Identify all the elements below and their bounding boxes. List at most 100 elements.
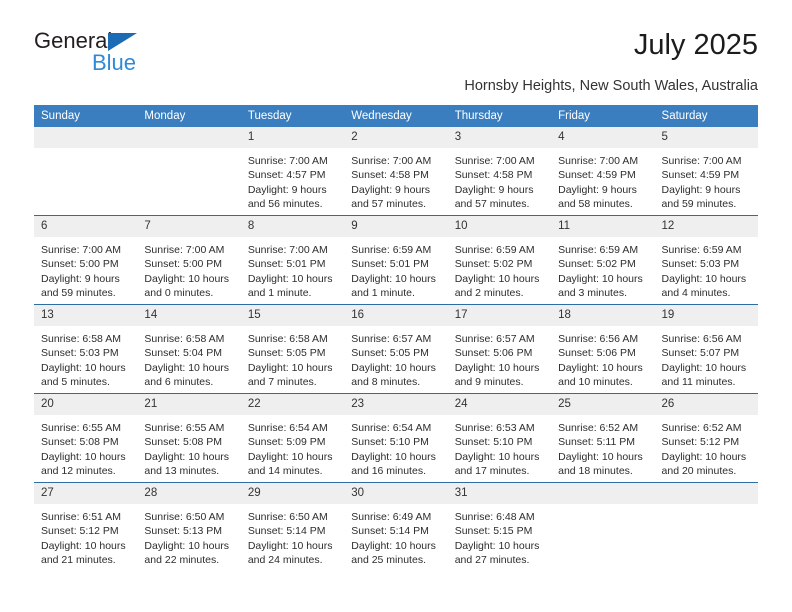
sunrise-text: Sunrise: 7:00 AM: [454, 155, 535, 167]
calendar-day-cell[interactable]: 17 Sunrise: 6:57 AM Sunset: 5:06 PM Dayligh…: [447, 304, 552, 394]
sunset-text: Sunset: 4:59 PM: [661, 169, 740, 182]
sunrise-text: Sunrise: 6:57 AM: [454, 333, 535, 345]
sunset-text: Sunset: 5:06 PM: [454, 347, 533, 360]
day-number: 18: [551, 305, 655, 326]
sunrise-text: Sunrise: 7:00 AM: [247, 244, 328, 256]
day-details: Sunrise: 6:57 AM Sunset: 5:05 PM Daylight:…: [344, 326, 447, 389]
calendar-day-cell[interactable]: 28 Sunrise: 6:50 AM Sunset: 5:13 PM Dayligh…: [137, 482, 241, 571]
day-number: 7: [137, 216, 241, 237]
sunrise-text: Sunrise: 6:59 AM: [351, 244, 432, 256]
weekday-header-monday: Monday: [137, 105, 241, 127]
daylight-text-line2: and 18 minutes.: [558, 464, 633, 477]
sunrise-text: Sunrise: 6:57 AM: [351, 333, 432, 345]
day-number: 31: [447, 483, 552, 504]
calendar-day-cell[interactable]: 6 Sunrise: 7:00 AM Sunset: 5:00 PM Daylight…: [34, 215, 138, 305]
calendar-day-cell[interactable]: 24 Sunrise: 6:53 AM Sunset: 5:10 PM Dayligh…: [447, 393, 552, 483]
daylight-text-line1: Daylight: 9 hours: [247, 183, 327, 196]
sunset-text: Sunset: 5:14 PM: [351, 525, 429, 538]
day-number: 5: [654, 127, 758, 148]
day-number: 28: [137, 483, 241, 504]
calendar-day-cell[interactable]: 3 Sunrise: 7:00 AM Sunset: 4:58 PM Daylight…: [447, 127, 552, 216]
calendar-day-cell[interactable]: 15 Sunrise: 6:58 AM Sunset: 5:05 PM Dayligh…: [240, 304, 345, 394]
calendar-day-cell[interactable]: 30 Sunrise: 6:49 AM Sunset: 5:14 PM Dayligh…: [344, 482, 448, 571]
calendar-day-cell[interactable]: 23 Sunrise: 6:54 AM Sunset: 5:10 PM Dayligh…: [344, 393, 448, 483]
weekday-header-thursday: Thursday: [447, 105, 552, 127]
day-number: 19: [654, 305, 758, 326]
day-details: Sunrise: 6:54 AM Sunset: 5:10 PM Daylight:…: [344, 415, 447, 478]
daylight-text-line1: Daylight: 10 hours: [558, 361, 643, 374]
day-details: Sunrise: 6:59 AM Sunset: 5:02 PM Daylight:…: [551, 237, 654, 300]
calendar-week-row: 1 Sunrise: 7:00 AM Sunset: 4:57 PM Daylight…: [34, 127, 758, 216]
calendar-day-cell[interactable]: 11 Sunrise: 6:59 AM Sunset: 5:02 PM Dayligh…: [551, 215, 655, 305]
day-details: Sunrise: 6:58 AM Sunset: 5:05 PM Daylight:…: [241, 326, 344, 389]
day-details: Sunrise: 6:56 AM Sunset: 5:07 PM Daylight:…: [655, 326, 758, 389]
calendar-day-cell[interactable]: 18 Sunrise: 6:56 AM Sunset: 5:06 PM Dayligh…: [551, 304, 655, 394]
daylight-text-line1: Daylight: 10 hours: [454, 272, 540, 285]
daylight-text-line1: Daylight: 10 hours: [247, 272, 333, 285]
daylight-text-line2: and 13 minutes.: [144, 464, 220, 477]
daylight-text-line1: Daylight: 10 hours: [41, 450, 126, 463]
day-details: Sunrise: 6:51 AM Sunset: 5:12 PM Daylight:…: [34, 504, 137, 567]
calendar-day-cell[interactable]: 20 Sunrise: 6:55 AM Sunset: 5:08 PM Dayligh…: [34, 393, 138, 483]
daylight-text-line1: Daylight: 10 hours: [144, 539, 230, 552]
calendar-day-cell[interactable]: 26 Sunrise: 6:52 AM Sunset: 5:12 PM Dayligh…: [654, 393, 758, 483]
daylight-text-line1: Daylight: 10 hours: [351, 539, 436, 552]
sunset-text: Sunset: 5:10 PM: [351, 436, 429, 449]
calendar-day-cell[interactable]: 1 Sunrise: 7:00 AM Sunset: 4:57 PM Daylight…: [240, 127, 345, 216]
sunset-text: Sunset: 5:12 PM: [41, 525, 119, 538]
calendar-day-cell[interactable]: 9 Sunrise: 6:59 AM Sunset: 5:01 PM Daylight…: [344, 215, 448, 305]
daylight-text-line1: Daylight: 10 hours: [454, 361, 540, 374]
daylight-text-line1: Daylight: 9 hours: [41, 272, 120, 285]
sunset-text: Sunset: 5:04 PM: [144, 347, 223, 360]
weekday-header-saturday: Saturday: [654, 105, 758, 127]
sunrise-text: Sunrise: 6:50 AM: [144, 511, 225, 523]
calendar-day-cell[interactable]: 13 Sunrise: 6:58 AM Sunset: 5:03 PM Dayligh…: [34, 304, 138, 394]
calendar-day-cell[interactable]: 2 Sunrise: 7:00 AM Sunset: 4:58 PM Daylight…: [344, 127, 448, 216]
sunrise-text: Sunrise: 6:56 AM: [558, 333, 639, 345]
sunrise-text: Sunrise: 7:00 AM: [247, 155, 328, 167]
calendar-day-cell[interactable]: 4 Sunrise: 7:00 AM Sunset: 4:59 PM Daylight…: [551, 127, 655, 216]
day-details: Sunrise: 6:52 AM Sunset: 5:11 PM Daylight:…: [551, 415, 654, 478]
calendar-day-cell-empty: [34, 127, 138, 216]
sunrise-text: Sunrise: 6:52 AM: [661, 422, 742, 434]
calendar-day-cell[interactable]: 29 Sunrise: 6:50 AM Sunset: 5:14 PM Dayligh…: [240, 482, 345, 571]
calendar-day-cell[interactable]: 7 Sunrise: 7:00 AM Sunset: 5:00 PM Daylight…: [137, 215, 241, 305]
calendar-day-cell[interactable]: 19 Sunrise: 6:56 AM Sunset: 5:07 PM Dayligh…: [654, 304, 758, 394]
daylight-text-line2: and 57 minutes.: [454, 197, 530, 210]
sunrise-text: Sunrise: 6:59 AM: [558, 244, 639, 256]
calendar-day-cell[interactable]: 14 Sunrise: 6:58 AM Sunset: 5:04 PM Dayligh…: [137, 304, 241, 394]
calendar-day-cell[interactable]: 10 Sunrise: 6:59 AM Sunset: 5:02 PM Dayligh…: [447, 215, 552, 305]
sunset-text: Sunset: 4:59 PM: [558, 169, 636, 182]
calendar-day-cell[interactable]: 25 Sunrise: 6:52 AM Sunset: 5:11 PM Dayligh…: [551, 393, 655, 483]
day-number: 23: [344, 394, 448, 415]
day-number: 27: [34, 483, 138, 504]
calendar-day-cell[interactable]: 8 Sunrise: 7:00 AM Sunset: 5:01 PM Daylight…: [240, 215, 345, 305]
calendar-day-cell[interactable]: 12 Sunrise: 6:59 AM Sunset: 5:03 PM Dayligh…: [654, 215, 758, 305]
calendar-day-cell[interactable]: 16 Sunrise: 6:57 AM Sunset: 5:05 PM Dayligh…: [344, 304, 448, 394]
sunrise-text: Sunrise: 6:54 AM: [351, 422, 432, 434]
daylight-text-line2: and 1 minute.: [351, 286, 415, 299]
day-details: Sunrise: 6:49 AM Sunset: 5:14 PM Daylight:…: [344, 504, 447, 567]
sunset-text: Sunset: 5:13 PM: [144, 525, 223, 538]
calendar-day-cell[interactable]: 31 Sunrise: 6:48 AM Sunset: 5:15 PM Dayligh…: [447, 482, 552, 571]
weekday-header-sunday: Sunday: [34, 105, 138, 127]
day-number: 26: [654, 394, 758, 415]
day-details: Sunrise: 6:54 AM Sunset: 5:09 PM Daylight:…: [241, 415, 344, 478]
day-details: Sunrise: 6:59 AM Sunset: 5:03 PM Daylight:…: [655, 237, 758, 300]
calendar-day-cell[interactable]: 5 Sunrise: 7:00 AM Sunset: 4:59 PM Daylight…: [654, 127, 758, 216]
calendar-day-cell-empty: [551, 482, 655, 571]
sunset-text: Sunset: 5:07 PM: [661, 347, 740, 360]
day-number: [654, 483, 758, 504]
sunset-text: Sunset: 5:00 PM: [144, 258, 223, 271]
calendar-day-cell[interactable]: 27 Sunrise: 6:51 AM Sunset: 5:12 PM Dayligh…: [34, 482, 138, 571]
day-details: Sunrise: 6:59 AM Sunset: 5:01 PM Daylight:…: [344, 237, 447, 300]
daylight-text-line2: and 9 minutes.: [454, 375, 524, 388]
day-details: Sunrise: 7:00 AM Sunset: 5:00 PM Daylight:…: [34, 237, 137, 300]
calendar-day-cell[interactable]: 21 Sunrise: 6:55 AM Sunset: 5:08 PM Dayligh…: [137, 393, 241, 483]
daylight-text-line2: and 2 minutes.: [454, 286, 524, 299]
calendar-day-cell[interactable]: 22 Sunrise: 6:54 AM Sunset: 5:09 PM Dayligh…: [240, 393, 345, 483]
sunset-text: Sunset: 5:15 PM: [454, 525, 533, 538]
day-number: 13: [34, 305, 138, 326]
sunset-text: Sunset: 4:58 PM: [351, 169, 429, 182]
calendar-week-row: 6 Sunrise: 7:00 AM Sunset: 5:00 PM Daylight…: [34, 215, 758, 305]
